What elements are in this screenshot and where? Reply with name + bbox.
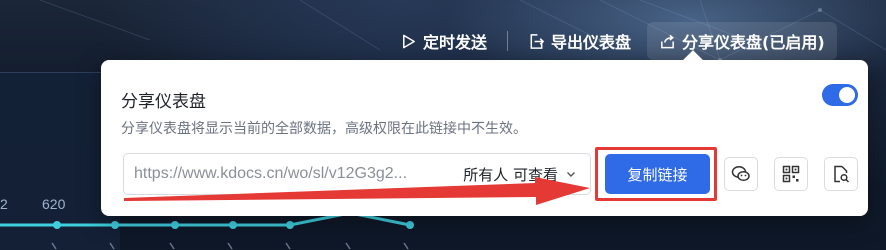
chevron-down-icon [567, 172, 575, 177]
chart-tick [227, 242, 233, 250]
qrcode-icon [782, 165, 800, 183]
chart-point [171, 221, 179, 229]
share-icon [661, 34, 674, 48]
chart-data-label: 620 [42, 196, 66, 212]
chart-tick [109, 242, 115, 250]
dashboard-toolbar: 定时发送 导出仪表盘 分享仪表盘(已启用) [390, 22, 837, 60]
share-dashboard-button[interactable]: 分享仪表盘(已启用) [647, 22, 837, 60]
send-icon [403, 34, 415, 48]
chart-tick [285, 242, 291, 250]
chart-point [53, 221, 61, 229]
export-icon [530, 33, 545, 49]
chart-point [286, 221, 294, 229]
chart-point [111, 221, 119, 229]
chart-tick [169, 242, 175, 250]
share-enable-toggle[interactable] [822, 84, 858, 106]
copy-link-button[interactable]: 复制链接 [605, 154, 710, 194]
wechat-share-button[interactable] [724, 157, 758, 191]
popover-title: 分享仪表盘 [121, 92, 206, 112]
file-search-icon [834, 165, 850, 183]
chart-point [406, 221, 414, 229]
share-link-url[interactable]: https://www.kdocs.cn/wo/sl/v12G3g2... [124, 165, 453, 183]
schedule-send-label: 定时发送 [423, 33, 488, 52]
toggle-knob [839, 87, 855, 103]
chart-tick [51, 242, 57, 250]
toolbar-divider [507, 31, 509, 51]
chart-tick [403, 242, 409, 250]
chart-data-label: 2 [0, 196, 8, 212]
wechat-icon [731, 166, 750, 182]
export-dashboard-label: 导出仪表盘 [551, 33, 632, 52]
permission-label: 所有人 可查看 [463, 165, 558, 184]
schedule-send-button[interactable]: 定时发送 [390, 22, 497, 60]
popover-description: 分享仪表盘将显示当前的全部数据，高级权限在此链接中不生效。 [121, 121, 527, 137]
export-dashboard-button[interactable]: 导出仪表盘 [518, 22, 641, 60]
share-dashboard-popover: 分享仪表盘 分享仪表盘将显示当前的全部数据，高级权限在此链接中不生效。 http… [101, 50, 868, 216]
share-link-field[interactable]: https://www.kdocs.cn/wo/sl/v12G3g2... 所有… [123, 153, 591, 195]
share-dashboard-label: 分享仪表盘(已启用) [682, 33, 825, 52]
qrcode-share-button[interactable] [774, 157, 808, 191]
chart-tick [345, 242, 351, 250]
permission-dropdown[interactable]: 所有人 可查看 [453, 164, 590, 185]
preview-share-button[interactable] [824, 157, 858, 191]
chart-point [229, 221, 237, 229]
